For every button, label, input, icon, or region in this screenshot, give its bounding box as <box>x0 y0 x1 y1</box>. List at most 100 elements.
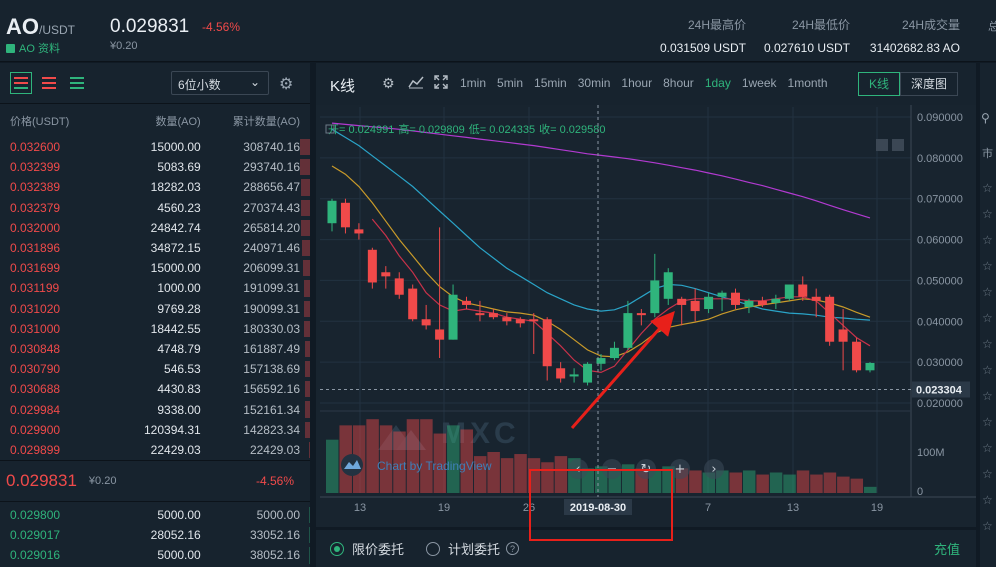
tab-kline[interactable]: K线 <box>858 72 901 96</box>
favorite-star-icon[interactable]: ☆ <box>982 467 993 481</box>
candle-body <box>367 249 377 283</box>
ask-row[interactable]: 0.032379 4560.23 270374.43 <box>0 198 310 218</box>
fullscreen-icon[interactable] <box>434 75 448 92</box>
trading-pair[interactable]: AO/USDT <box>6 14 75 40</box>
candle-body <box>704 296 714 310</box>
ask-row[interactable]: 0.031199 1000.00 191099.31 <box>0 278 310 298</box>
volume-bar <box>527 458 541 493</box>
favorite-star-icon[interactable]: ☆ <box>982 441 993 455</box>
stat-label: 24H最低价 <box>791 18 850 32</box>
candlestick-chart[interactable]: 0.090000 0.080000 0.070000 0.060000 0.050000… <box>316 105 976 527</box>
price-change: -4.56% <box>202 20 241 34</box>
depth-bar <box>301 179 310 196</box>
ask-row[interactable]: 0.032389 18282.03 288656.47 <box>0 177 310 197</box>
favorite-star-icon[interactable]: ☆ <box>982 311 993 325</box>
interval-tab[interactable]: 1min <box>460 76 486 90</box>
favorite-star-icon[interactable]: ☆ <box>982 337 993 351</box>
candle-body <box>340 202 350 228</box>
row-cum: 240971.46 <box>243 241 300 256</box>
fiat-price: ¥0.20 <box>110 40 138 52</box>
ask-row[interactable]: 0.030790 546.53 157138.69 <box>0 359 310 379</box>
volume-bar <box>689 470 702 493</box>
y-tick-label: 0.050000 <box>917 275 963 287</box>
interval-tab[interactable]: 8hour <box>663 76 694 90</box>
interval-tab[interactable]: 1day <box>705 76 731 90</box>
interval-tab[interactable]: 1month <box>788 76 828 90</box>
scroll-right-icon[interactable] <box>892 139 904 151</box>
market-column-label: 市 <box>982 148 993 160</box>
favorite-star-icon[interactable]: ☆ <box>982 363 993 377</box>
zoom-in-icon: + <box>675 462 686 477</box>
deposit-link[interactable]: 充值 <box>934 539 960 558</box>
ask-row[interactable]: 0.032000 24842.74 265814.20 <box>0 218 310 238</box>
favorite-star-icon[interactable]: ☆ <box>982 233 993 247</box>
bid-row[interactable]: 0.029016 5000.00 38052.16 <box>0 545 310 565</box>
bid-row[interactable]: 0.029017 28052.16 33052.16 <box>0 525 310 545</box>
interval-tab[interactable]: 15min <box>534 76 567 90</box>
tab-plan-order[interactable]: 计划委托 ? <box>426 539 520 558</box>
help-icon[interactable]: ? <box>506 542 520 555</box>
depth-bar <box>309 547 310 564</box>
row-price: 0.032600 <box>10 140 61 155</box>
row-qty: 9338.00 <box>157 402 201 417</box>
ask-row[interactable]: 0.030688 4430.83 156592.16 <box>0 379 310 399</box>
ask-row[interactable]: 0.030848 4748.79 161887.49 <box>0 339 310 359</box>
ask-row[interactable]: 0.031699 15000.00 206099.31 <box>0 258 310 278</box>
candle-body <box>448 294 458 340</box>
ask-row[interactable]: 0.032600 15000.00 308740.16 <box>0 137 310 157</box>
ask-row[interactable]: 0.029900 120394.31 142823.34 <box>0 420 310 440</box>
favorite-star-icon[interactable]: ☆ <box>982 259 993 273</box>
y-tick-label: 0.020000 <box>917 398 963 410</box>
depth-bar <box>305 421 310 438</box>
stat-value: 31402682.83 AO <box>869 41 960 55</box>
row-qty: 5000.00 <box>157 548 201 563</box>
scroll-left-icon[interactable] <box>876 139 888 151</box>
interval-tab[interactable]: 30min <box>578 76 611 90</box>
tab-depth[interactable]: 深度图 <box>900 72 959 96</box>
x-tick-label: 13 <box>787 502 799 514</box>
tab-limit-order[interactable]: 限价委托 <box>330 539 404 558</box>
row-price: 0.029984 <box>10 402 61 417</box>
candle-body <box>609 347 619 359</box>
tradingview-credit: Chart by TradingView <box>377 459 492 473</box>
favorite-star-icon[interactable]: ☆ <box>982 493 993 507</box>
depth-bar <box>309 441 310 458</box>
depth-bar <box>300 139 310 156</box>
ask-row[interactable]: 0.031020 9769.28 190099.31 <box>0 299 310 319</box>
book-mode-asks-icon[interactable] <box>38 72 60 94</box>
bid-row[interactable]: 0.029800 5000.00 5000.00 <box>0 505 310 525</box>
candle-body <box>865 362 875 371</box>
interval-tab[interactable]: 5min <box>497 76 523 90</box>
favorite-star-icon[interactable]: ☆ <box>982 415 993 429</box>
row-price: 0.030848 <box>10 341 61 356</box>
row-qty: 9769.28 <box>157 301 201 316</box>
ask-row[interactable]: 0.031896 34872.15 240971.46 <box>0 238 310 258</box>
pair-info-link[interactable]: AO 资料 <box>6 40 60 56</box>
candle-body <box>515 319 525 324</box>
volume-bar <box>837 476 850 493</box>
row-price: 0.031020 <box>10 301 61 316</box>
ask-row[interactable]: 0.031000 18442.55 180330.03 <box>0 319 310 339</box>
interval-tab[interactable]: 1week <box>742 76 777 90</box>
favorite-star-icon[interactable]: ☆ <box>982 285 993 299</box>
indicator-icon[interactable] <box>408 75 424 92</box>
interval-tab[interactable]: 1hour <box>621 76 652 90</box>
chart-settings-gear-icon[interactable]: ⚙ <box>382 75 395 92</box>
legend-value: 收= 0.029580 <box>539 122 605 136</box>
book-mode-both-icon[interactable] <box>10 72 32 94</box>
row-qty: 15000.00 <box>150 261 201 276</box>
ask-row[interactable]: 0.029984 9338.00 152161.34 <box>0 399 310 419</box>
favorite-star-icon[interactable]: ☆ <box>982 207 993 221</box>
volume-bar <box>796 470 810 493</box>
book-mode-bids-icon[interactable] <box>66 72 88 94</box>
candle-body <box>435 329 445 340</box>
favorite-star-icon[interactable]: ☆ <box>982 181 993 195</box>
candle-body <box>757 300 767 305</box>
gear-icon[interactable]: ⚙ <box>279 74 293 94</box>
favorite-star-icon[interactable]: ☆ <box>982 519 993 533</box>
search-icon[interactable]: ⚲ <box>981 111 990 125</box>
decimals-select[interactable]: 6位小数 ⌄ <box>171 71 269 95</box>
ask-row[interactable]: 0.029899 22429.03 22429.03 <box>0 440 310 460</box>
ask-row[interactable]: 0.032399 5083.69 293740.16 <box>0 157 310 177</box>
favorite-star-icon[interactable]: ☆ <box>982 389 993 403</box>
